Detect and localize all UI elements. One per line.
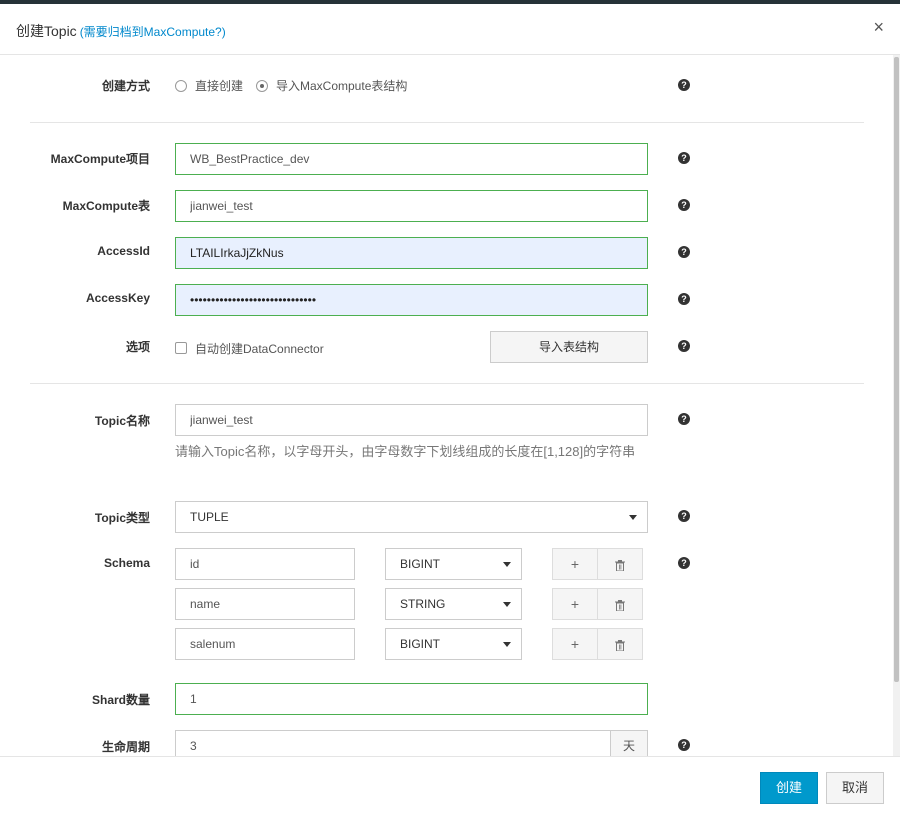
trash-icon [615,639,625,652]
scrollbar-thumb[interactable] [894,57,899,682]
create-button[interactable]: 创建 [760,772,818,804]
access-key-label: AccessKey [85,291,150,305]
chevron-down-icon [503,642,511,647]
options-label: 选项 [125,340,150,354]
topic-name-input[interactable] [175,404,648,436]
radio-direct-create-label: 直接创建 [195,79,244,93]
maxcompute-table-input[interactable] [175,190,648,222]
help-icon[interactable]: ? [678,340,690,352]
lifecycle-label: 生命周期 [101,740,150,754]
add-field-button[interactable]: + [552,628,598,660]
access-key-input[interactable] [175,284,648,316]
help-icon[interactable]: ? [678,293,690,305]
schema-field-type-select[interactable]: BIGINT [385,628,522,660]
topic-name-label: Topic名称 [94,414,150,428]
create-mode-label: 创建方式 [101,79,150,93]
trash-icon [615,599,625,612]
radio-import-maxcompute[interactable] [256,80,268,92]
divider [30,383,864,384]
archive-maxcompute-link[interactable]: (需要归档到MaxCompute?) [80,25,226,39]
plus-icon: + [570,636,580,652]
radio-direct-create[interactable] [175,80,187,92]
help-icon[interactable]: ? [678,246,690,258]
topic-type-select[interactable]: TUPLE [175,501,648,533]
maxcompute-project-input[interactable] [175,143,648,175]
dialog-header: 创建Topic (需要归档到MaxCompute?) × [0,4,900,55]
trash-icon [615,559,625,572]
schema-field-name-input[interactable] [175,588,355,620]
maxcompute-table-label: MaxCompute表 [62,199,150,213]
help-icon[interactable]: ? [678,79,690,91]
dialog-body: 创建方式 直接创建 导入MaxCompute表结构 ? MaxCompute项目… [0,55,893,756]
delete-field-button[interactable] [597,548,643,580]
help-icon[interactable]: ? [678,152,690,164]
delete-field-button[interactable] [597,628,643,660]
plus-icon: + [570,556,580,572]
maxcompute-project-label: MaxCompute项目 [50,152,150,166]
add-field-button[interactable]: + [552,588,598,620]
cancel-button[interactable]: 取消 [826,772,884,804]
schema-field-name-input[interactable] [175,548,355,580]
plus-icon: + [570,596,580,612]
delete-field-button[interactable] [597,588,643,620]
schema-field-type-value: BIGINT [400,557,441,571]
schema-label: Schema [103,556,150,570]
dialog-title-text: 创建Topic [16,23,77,39]
schema-field-type-select[interactable]: STRING [385,588,522,620]
lifecycle-input[interactable] [175,730,611,756]
divider [30,122,864,123]
schema-field-name-input[interactable] [175,628,355,660]
close-icon[interactable]: × [873,17,884,37]
chevron-down-icon [629,515,637,520]
access-id-input[interactable] [175,237,648,269]
schema-field-type-select[interactable]: BIGINT [385,548,522,580]
chevron-down-icon [503,562,511,567]
help-icon[interactable]: ? [678,510,690,522]
access-id-label: AccessId [97,244,150,258]
dialog-footer: 创建 取消 [0,756,900,817]
radio-import-maxcompute-label: 导入MaxCompute表结构 [276,79,408,93]
shard-count-input[interactable] [175,683,648,715]
schema-field-type-value: STRING [400,597,446,611]
topic-type-value: TUPLE [190,510,229,524]
help-icon[interactable]: ? [678,199,690,211]
help-icon[interactable]: ? [678,557,690,569]
topic-name-hint: 请输入Topic名称，以字母开头，由字母数字下划线组成的长度在[1,128]的字… [175,444,636,459]
chevron-down-icon [503,602,511,607]
shard-count-label: Shard数量 [91,693,150,707]
help-icon[interactable]: ? [678,413,690,425]
topic-type-label: Topic类型 [94,511,150,525]
help-icon[interactable]: ? [678,739,690,751]
auto-create-connector-label: 自动创建DataConnector [195,342,324,356]
import-schema-button[interactable]: 导入表结构 [490,331,648,363]
auto-create-connector-checkbox[interactable] [175,342,187,354]
lifecycle-unit: 天 [610,730,648,756]
schema-field-type-value: BIGINT [400,637,441,651]
dialog-title: 创建Topic (需要归档到MaxCompute?) [16,21,226,41]
add-field-button[interactable]: + [552,548,598,580]
